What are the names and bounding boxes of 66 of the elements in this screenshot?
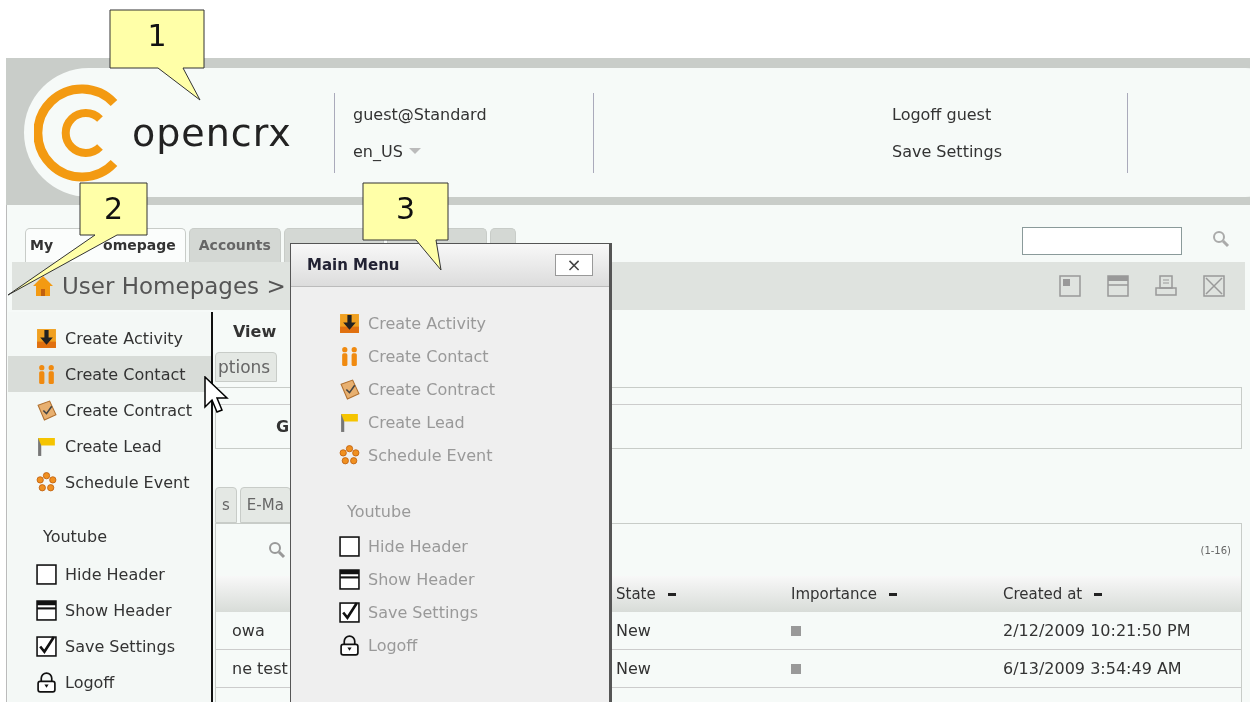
- table-cell: 2/12/2009 10:21:50 PM: [1003, 612, 1241, 650]
- home-icon: [32, 275, 54, 297]
- checkbox-icon: [339, 602, 360, 623]
- empty-square-icon: [36, 563, 57, 585]
- tab[interactable]: Accounts: [188, 228, 281, 262]
- header-window-icon: [339, 569, 360, 590]
- close-icon[interactable]: [1203, 275, 1225, 297]
- breadcrumb[interactable]: User Homepages >: [62, 273, 286, 299]
- header-link[interactable]: Logoff guest: [892, 104, 1127, 124]
- checkbox-icon: [36, 635, 57, 657]
- ring-of-dots-icon: [36, 471, 57, 493]
- flag-icon: [339, 412, 360, 433]
- locale-dropdown[interactable]: en_US: [353, 141, 593, 161]
- ring-of-dots-icon: [339, 445, 360, 466]
- padlock-icon: [36, 671, 57, 693]
- print-icon[interactable]: [1155, 275, 1177, 297]
- view-menu[interactable]: View: [233, 322, 277, 344]
- caret-icon: [408, 147, 421, 155]
- search-field[interactable]: [1022, 226, 1182, 255]
- logo-text: opencrx: [132, 110, 292, 155]
- flag-icon: [36, 435, 57, 457]
- tab[interactable]: ptions: [215, 352, 278, 382]
- window-icon[interactable]: [1059, 275, 1081, 297]
- close-button[interactable]: ×: [555, 254, 593, 276]
- padlock-icon: [339, 635, 360, 656]
- people-icon: [339, 346, 360, 367]
- table-cell: 6/13/2009 3:54:49 AM: [1003, 650, 1241, 688]
- empty-square-icon: [339, 536, 360, 557]
- signed-paper-icon: [36, 399, 57, 421]
- people-icon: [36, 363, 57, 385]
- importance-icon: [791, 625, 801, 636]
- menu-item[interactable]: Create Contact: [8, 356, 211, 392]
- sort-icon[interactable]: [1094, 592, 1103, 596]
- menu-item[interactable]: Schedule Event: [8, 464, 211, 500]
- column-header[interactable]: State: [616, 576, 791, 612]
- header-window-icon: [36, 599, 57, 621]
- callout-number: 2: [102, 191, 125, 226]
- header-link[interactable]: Save Settings: [892, 141, 1127, 161]
- callout-number: 3: [394, 191, 417, 226]
- importance-icon: [791, 663, 801, 674]
- table-cell: New: [616, 612, 791, 650]
- table-cell: New: [616, 650, 791, 688]
- sort-icon[interactable]: [667, 592, 676, 596]
- menu-item[interactable]: Show Header: [8, 592, 211, 628]
- grid-text: G: [276, 417, 290, 436]
- user-name: guest@Standard: [353, 104, 488, 124]
- column-header[interactable]: Importance: [791, 576, 1003, 612]
- search-icon[interactable]: [268, 541, 286, 559]
- dialog-title: Main Menu: [307, 256, 400, 274]
- menu-section-heading: Youtube: [42, 525, 108, 548]
- row-count: (1-16): [1200, 544, 1231, 556]
- tab[interactable]: E-Ma: [239, 487, 291, 523]
- menu-item[interactable]: Save Settings: [8, 628, 211, 664]
- tab[interactable]: s: [215, 487, 237, 523]
- menu-item[interactable]: Create Contract: [8, 392, 211, 428]
- signed-paper-icon: [339, 379, 360, 400]
- menu-item[interactable]: Create Activity: [8, 320, 211, 356]
- header-window-icon[interactable]: [1107, 275, 1129, 297]
- search-icon[interactable]: [1212, 229, 1230, 248]
- sort-icon[interactable]: [888, 592, 897, 596]
- menu-item[interactable]: Hide Header: [8, 556, 211, 592]
- callout-number: 1: [146, 18, 168, 53]
- column-header[interactable]: Created at: [1003, 576, 1241, 612]
- menu-item[interactable]: Create Lead: [8, 428, 211, 464]
- menu-section-heading: Youtube: [346, 500, 412, 523]
- menu-item[interactable]: Logoff: [8, 664, 211, 700]
